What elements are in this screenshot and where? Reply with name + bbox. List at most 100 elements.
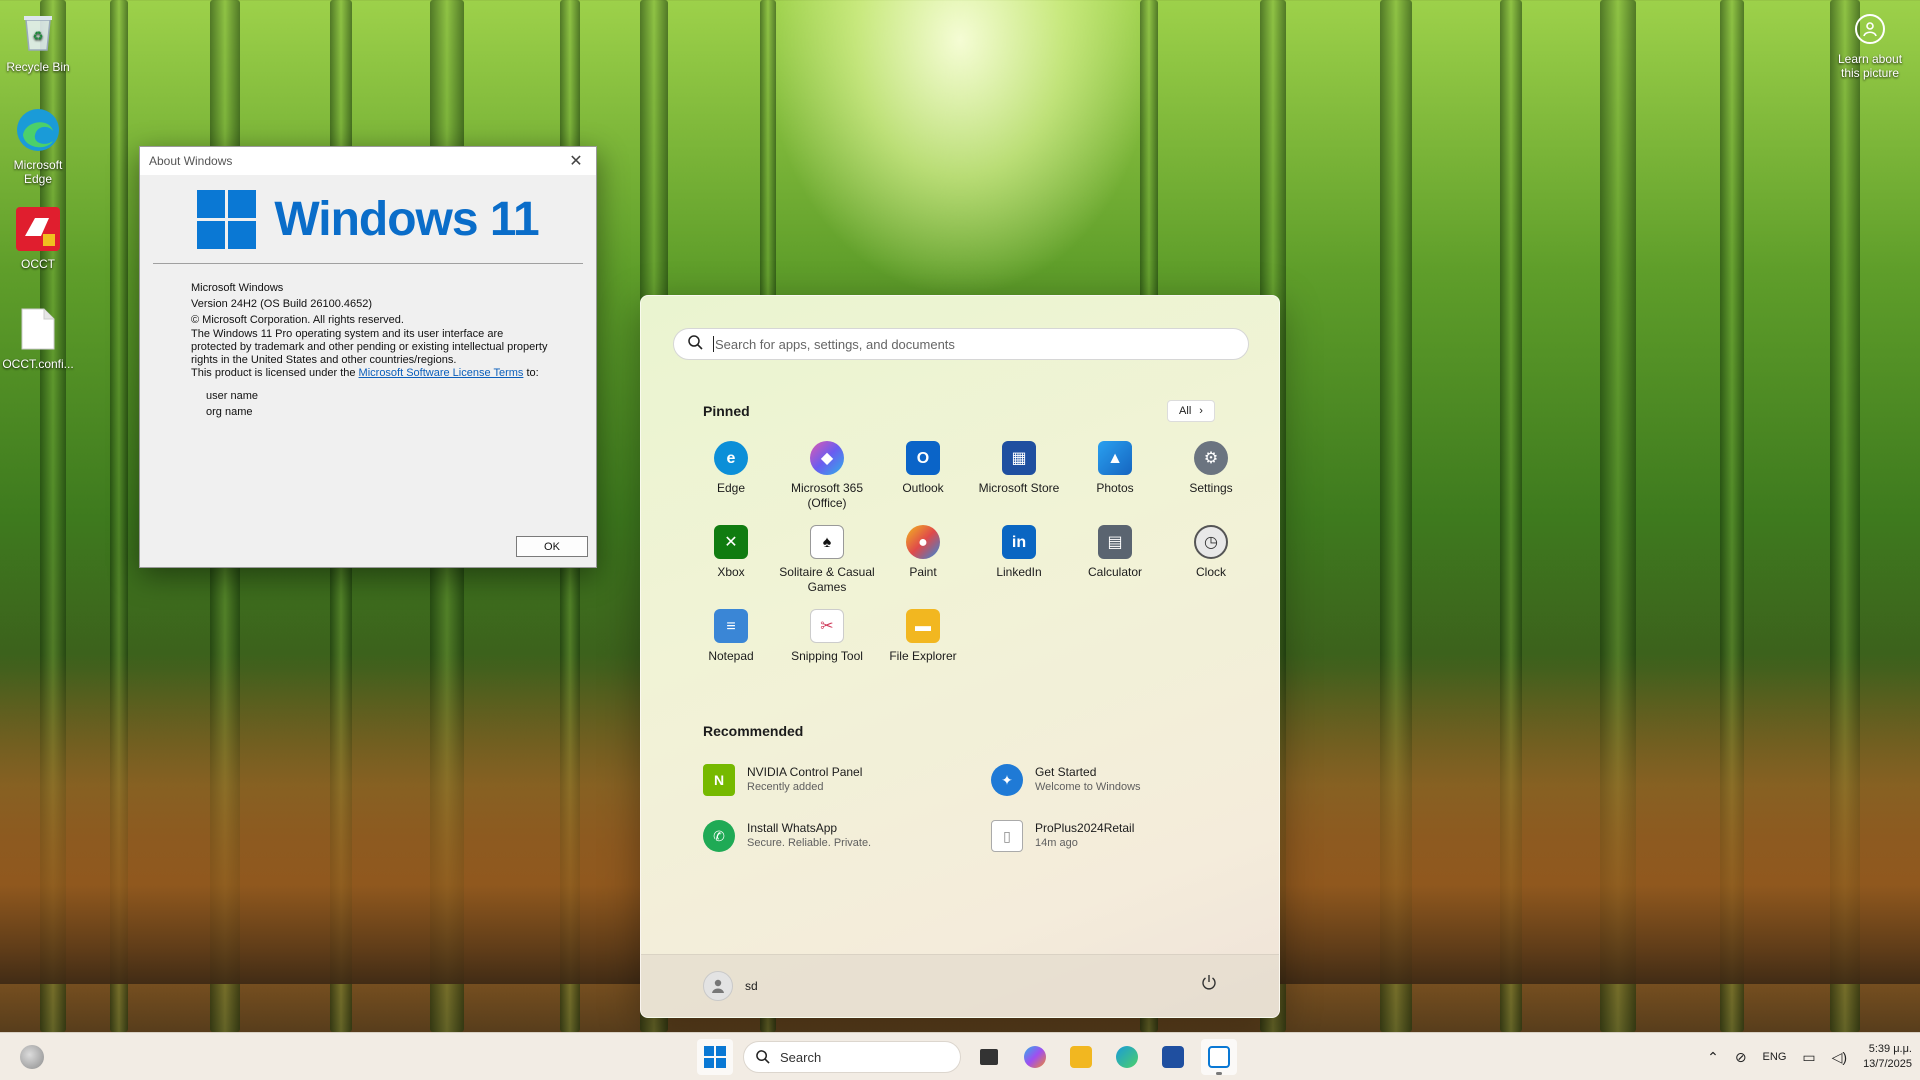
language-indicator[interactable]: ENG: [1763, 1051, 1787, 1063]
photos-icon: ▲: [1098, 441, 1132, 475]
all-apps-button[interactable]: All ›: [1167, 400, 1215, 422]
pinned-app-solitaire[interactable]: ♠ Solitaire & Casual Games: [779, 525, 875, 609]
folder-icon: [1070, 1046, 1092, 1068]
file-explorer-button[interactable]: [1063, 1039, 1099, 1075]
licensed-org-name: org name: [206, 406, 253, 418]
pinned-app-notepad[interactable]: ≡ Notepad: [683, 609, 779, 693]
windows-brand: Windows 11: [140, 183, 596, 255]
xbox-icon: ✕: [714, 525, 748, 559]
learn-about-label: Learn about this picture: [1837, 52, 1903, 80]
edge-button[interactable]: [1109, 1039, 1145, 1075]
legal-text: The Windows 11 Pro operating system and …: [191, 328, 548, 366]
brand-text: Windows 11: [274, 192, 539, 246]
recommended-item[interactable]: N NVIDIA Control Panel Recently added: [703, 758, 973, 802]
desktop-icon-label: OCCT: [21, 257, 55, 271]
recommended-item[interactable]: ▯ ProPlus2024Retail 14m ago: [991, 814, 1261, 858]
clock-icon: ◷: [1194, 525, 1228, 559]
learn-about-picture[interactable]: Learn about this picture: [1828, 14, 1912, 80]
license-terms-link[interactable]: Microsoft Software License Terms: [359, 367, 524, 379]
chevron-up-icon[interactable]: ⌃: [1707, 1049, 1719, 1066]
pinned-app-calculator[interactable]: ▤ Calculator: [1067, 525, 1163, 609]
folder-icon: ▬: [906, 609, 940, 643]
nvidia-icon: N: [703, 764, 735, 796]
pinned-app-snipping-tool[interactable]: ✂ Snipping Tool: [779, 609, 875, 693]
clock-time: 5:39 μ.μ.: [1868, 1043, 1912, 1055]
desktop-icon-label: OCCT.confi...: [2, 357, 74, 371]
file-icon: [14, 305, 62, 353]
pinned-app-settings[interactable]: ⚙ Settings: [1163, 441, 1259, 525]
get-started-icon: ✦: [991, 764, 1023, 796]
display-icon[interactable]: ▭: [1802, 1049, 1815, 1066]
volume-icon[interactable]: ◁): [1832, 1049, 1847, 1066]
desktop-icon-occt[interactable]: OCCT: [0, 205, 76, 271]
recommended-item[interactable]: ✦ Get Started Welcome to Windows: [991, 758, 1261, 802]
pinned-app-clock[interactable]: ◷ Clock: [1163, 525, 1259, 609]
product-name: Microsoft Windows: [191, 282, 284, 294]
notepad-icon: ≡: [714, 609, 748, 643]
dialog-title: About Windows: [149, 154, 233, 168]
desktop-icon-edge[interactable]: Microsoft Edge: [0, 106, 76, 186]
whatsapp-icon: ✆: [703, 820, 735, 852]
pinned-app-linkedin[interactable]: in LinkedIn: [971, 525, 1067, 609]
clock-date: 13/7/2025: [1863, 1058, 1912, 1070]
store-icon: [1162, 1046, 1184, 1068]
pinned-app-outlook[interactable]: O Outlook: [875, 441, 971, 525]
winver-button[interactable]: [1201, 1039, 1237, 1075]
winver-icon: [1208, 1046, 1230, 1068]
desktop-icon-recycle-bin[interactable]: ♻ Recycle Bin: [0, 8, 76, 74]
file-icon: ▯: [991, 820, 1023, 852]
desktop-icon-label: Recycle Bin: [6, 60, 70, 74]
store-icon: ▦: [1002, 441, 1036, 475]
start-button[interactable]: [697, 1039, 733, 1075]
copilot-button[interactable]: [1017, 1039, 1053, 1075]
start-menu: Search for apps, settings, and documents…: [640, 295, 1280, 1018]
svg-text:♻: ♻: [33, 29, 44, 43]
license-text: This product is licensed under the Micro…: [191, 367, 539, 379]
occt-icon: [14, 205, 62, 253]
search-icon: [756, 1050, 770, 1064]
power-icon[interactable]: [1201, 974, 1217, 995]
widgets-icon[interactable]: [20, 1045, 44, 1069]
pinned-title: Pinned: [703, 403, 750, 419]
gear-icon: ⚙: [1194, 441, 1228, 475]
copilot-icon: [1024, 1046, 1046, 1068]
licensed-user-name: user name: [206, 390, 258, 402]
pinned-app-paint[interactable]: ● Paint: [875, 525, 971, 609]
calculator-icon: ▤: [1098, 525, 1132, 559]
edge-icon: [14, 106, 62, 154]
pinned-app-xbox[interactable]: ✕ Xbox: [683, 525, 779, 609]
taskbar-search-label: Search: [780, 1049, 822, 1065]
camera-info-icon: [1855, 14, 1885, 44]
taskbar-search-input[interactable]: Search: [743, 1041, 961, 1073]
pinned-app-store[interactable]: ▦ Microsoft Store: [971, 441, 1067, 525]
ok-button[interactable]: OK: [516, 536, 588, 557]
pinned-app-edge[interactable]: e Edge: [683, 441, 779, 525]
task-view-button[interactable]: [971, 1039, 1007, 1075]
copyright-text: © Microsoft Corporation. All rights rese…: [191, 314, 404, 326]
start-search-input[interactable]: Search for apps, settings, and documents: [673, 328, 1249, 360]
close-icon[interactable]: ✕: [564, 151, 588, 171]
task-view-icon: [980, 1049, 998, 1065]
user-account-button[interactable]: sd: [703, 971, 758, 1001]
search-icon: [688, 335, 703, 353]
scissors-icon: ✂: [810, 609, 844, 643]
outlook-icon: O: [906, 441, 940, 475]
search-placeholder: Search for apps, settings, and documents: [715, 336, 955, 352]
pinned-grid: e Edge ◆ Microsoft 365 (Office) O Outlook ▦…: [683, 441, 1259, 693]
edge-icon: e: [714, 441, 748, 475]
windows-logo-icon: [197, 189, 257, 249]
taskbar: Search ⌃ ⊘ ENG ▭ ◁) 5:39 μ.μ. 13/7/2025: [0, 1032, 1920, 1080]
linkedin-icon: in: [1002, 525, 1036, 559]
edge-icon: [1116, 1046, 1138, 1068]
recommended-item[interactable]: ✆ Install WhatsApp Secure. Reliable. Priv…: [703, 814, 973, 858]
pinned-app-photos[interactable]: ▲ Photos: [1067, 441, 1163, 525]
user-name: sd: [745, 979, 758, 993]
pinned-app-m365[interactable]: ◆ Microsoft 365 (Office): [779, 441, 875, 525]
pinned-app-file-explorer[interactable]: ▬ File Explorer: [875, 609, 971, 693]
system-tray: ⌃ ⊘ ENG ▭ ◁) 5:39 μ.μ. 13/7/2025: [1707, 1033, 1912, 1080]
dialog-titlebar[interactable]: About Windows ✕: [140, 147, 596, 175]
network-off-icon[interactable]: ⊘: [1735, 1049, 1747, 1066]
clock[interactable]: 5:39 μ.μ. 13/7/2025: [1863, 1042, 1912, 1072]
store-button[interactable]: [1155, 1039, 1191, 1075]
desktop-icon-occt-config[interactable]: OCCT.confi...: [0, 305, 76, 371]
